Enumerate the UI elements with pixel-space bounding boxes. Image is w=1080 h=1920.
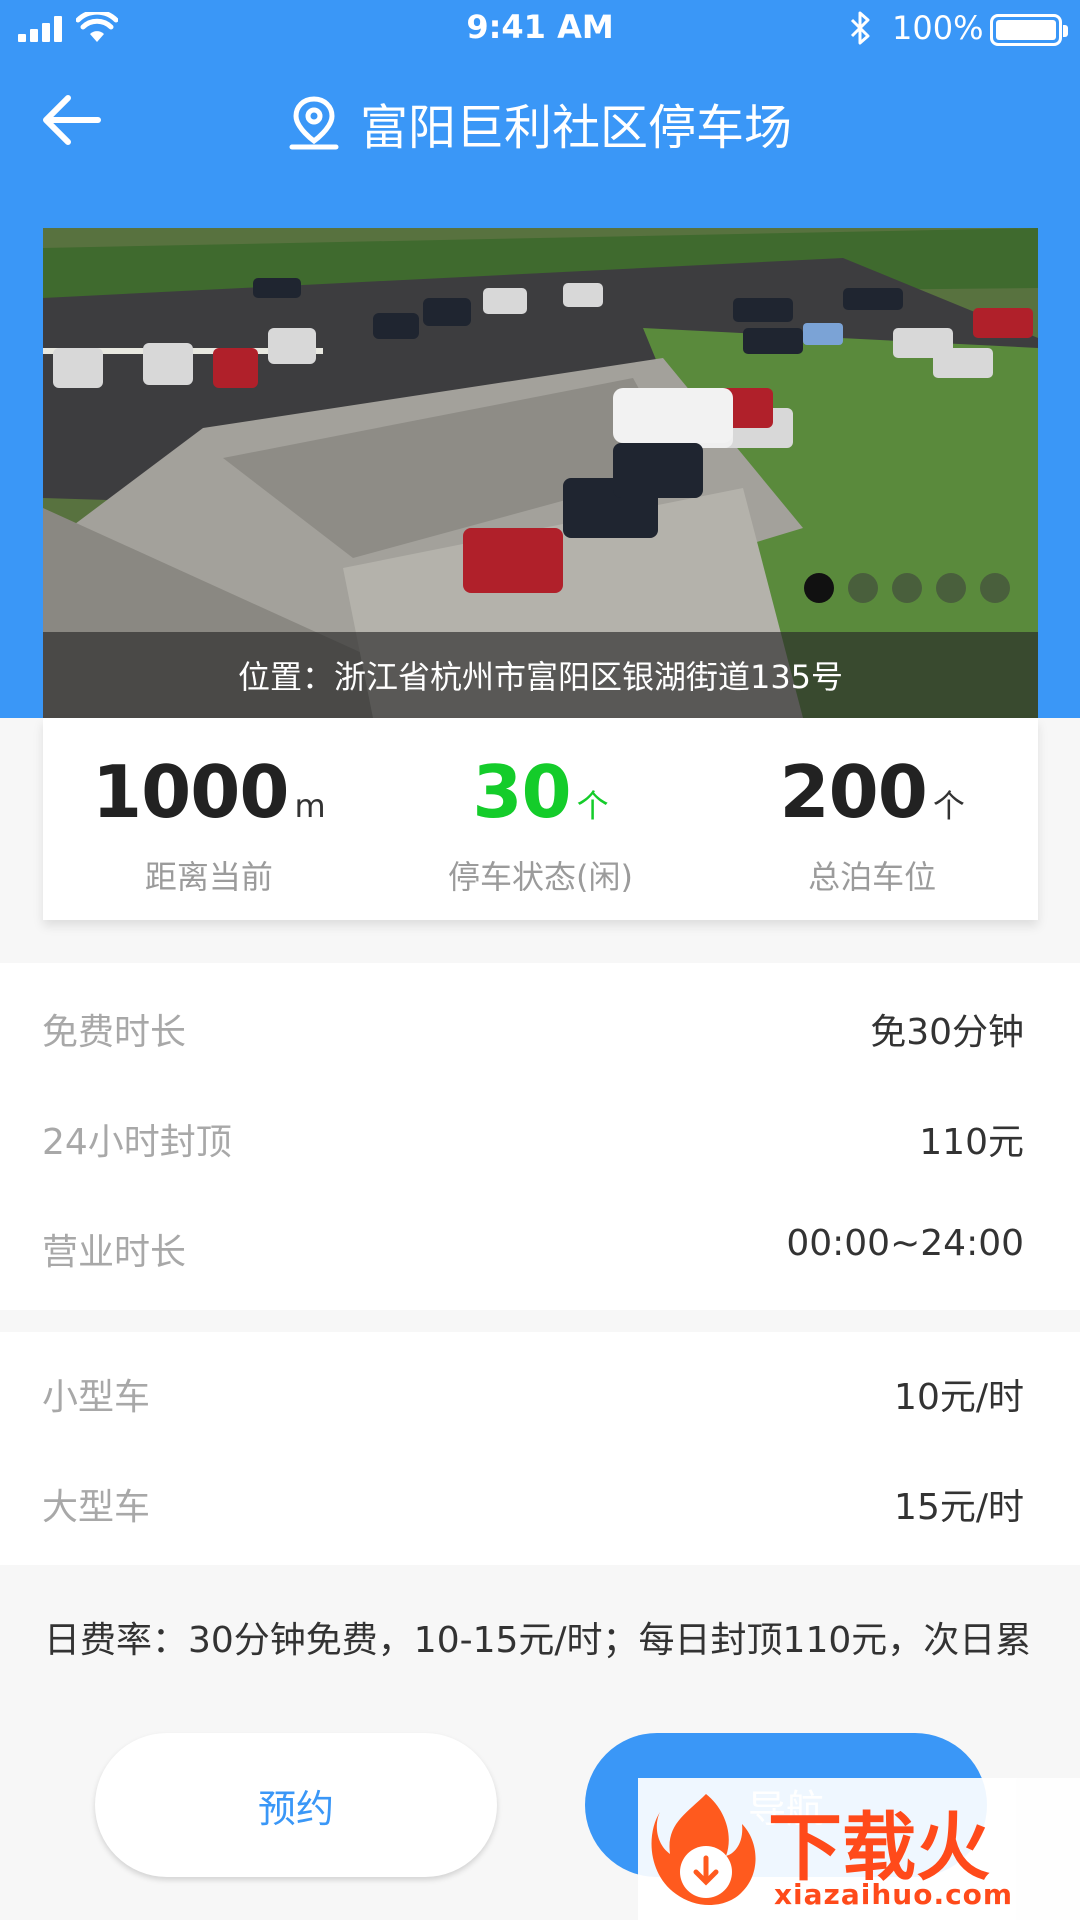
detail-key: 营业时长 (42, 1232, 187, 1273)
carousel-indicator (804, 573, 1010, 603)
rates-section: 小型车 10元/时 大型车 15元/时 (0, 1332, 1080, 1565)
stat-label: 停车状态(闲) (448, 858, 633, 896)
rate-value: 15元/时 (894, 1487, 1024, 1528)
details-section: 免费时长 免30分钟 24小时封顶 110元 营业时长 00:00~24:00 (0, 963, 1080, 1310)
page-title: 富阳巨利社区停车场 (0, 88, 1080, 158)
location-pin-icon (289, 96, 339, 150)
parking-photo-carousel[interactable]: 位置：浙江省杭州市富阳区银湖街道135号 (43, 228, 1038, 718)
detail-row: 营业时长 00:00~24:00 (0, 1223, 1080, 1283)
stat-value: 30 (472, 750, 571, 834)
fee-note: 日费率：30分钟免费，10-15元/时；每日封顶110元，次日累计计费 (44, 1620, 1032, 1661)
stat-label: 距离当前 (144, 858, 273, 896)
carousel-dot[interactable] (848, 573, 878, 603)
detail-row: 免费时长 免30分钟 (0, 1003, 1080, 1063)
carousel-dot[interactable] (892, 573, 922, 603)
watermark: 下载火 xiazaihuo.com (638, 1778, 1080, 1920)
detail-value: 00:00~24:00 (786, 1223, 1024, 1264)
stat-total: 200 个 总泊车位 (706, 718, 1038, 920)
flame-logo-icon (651, 1794, 756, 1906)
page-title-text: 富阳巨利社区停车场 (359, 100, 792, 156)
stats-card: 1000 m 距离当前 30 个 停车状态(闲) 200 个 总泊车位 (43, 718, 1038, 920)
status-bar: 9:41 AM 100% (0, 0, 1080, 58)
rate-row: 大型车 15元/时 (0, 1478, 1080, 1538)
stat-distance: 1000 m 距离当前 (43, 718, 375, 920)
bluetooth-icon (850, 11, 870, 45)
detail-value: 免30分钟 (870, 1012, 1024, 1053)
carousel-dot[interactable] (980, 573, 1010, 603)
stat-value: 1000 (92, 750, 289, 834)
stat-unit: m (294, 787, 326, 825)
nav-bar: 富阳巨利社区停车场 (0, 70, 1080, 170)
stat-unit: 个 (576, 787, 609, 825)
rate-key: 小型车 (42, 1377, 151, 1418)
stat-unit: 个 (932, 787, 965, 825)
detail-row: 24小时封顶 110元 (0, 1113, 1080, 1173)
stat-value: 200 (779, 750, 928, 834)
rate-row: 小型车 10元/时 (0, 1368, 1080, 1428)
reserve-button[interactable]: 预约 (95, 1733, 497, 1877)
location-caption: 位置：浙江省杭州市富阳区银湖街道135号 (43, 632, 1038, 718)
detail-value: 110元 (919, 1122, 1024, 1163)
stat-label: 总泊车位 (808, 858, 937, 896)
detail-key: 免费时长 (42, 1012, 187, 1053)
rate-value: 10元/时 (894, 1377, 1024, 1418)
watermark-url: xiazaihuo.com (774, 1878, 1014, 1911)
battery-percent: 100% (892, 9, 984, 47)
detail-key: 24小时封顶 (42, 1122, 232, 1163)
stat-available: 30 个 停车状态(闲) (375, 718, 707, 920)
rate-key: 大型车 (42, 1487, 151, 1528)
carousel-dot[interactable] (804, 573, 834, 603)
carousel-dot[interactable] (936, 573, 966, 603)
battery-icon (990, 14, 1068, 46)
